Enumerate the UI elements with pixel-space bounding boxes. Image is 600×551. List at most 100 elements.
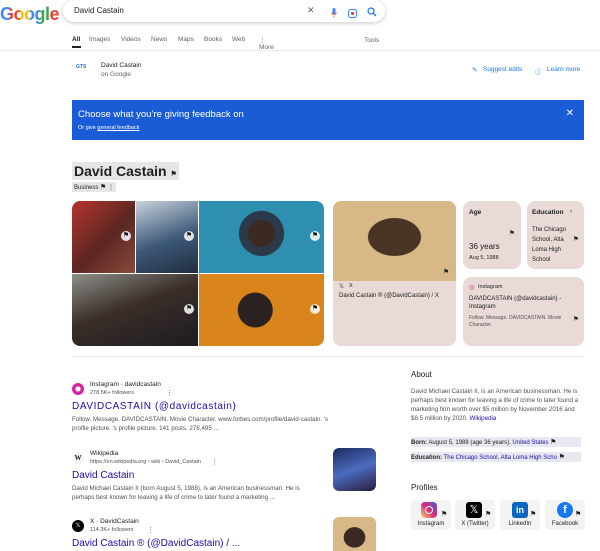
wikipedia-link[interactable]: Wikipedia: [470, 415, 497, 422]
result-3-title[interactable]: David Castain ® (@DavidCastain) / ...: [72, 538, 240, 549]
instagram-card-snippet: Follow. Message. DAVIDCASTAIN. Movie Cha…: [469, 315, 562, 328]
fact-born: Born: August 5, 1988 (age 36 years), Uni…: [411, 437, 581, 447]
general-feedback-link[interactable]: general feedback: [97, 125, 139, 131]
edit-icon: ✎: [472, 67, 478, 74]
instagram-card[interactable]: ◎ Instagram DAVIDCASTAIN (@davidcastain)…: [463, 277, 584, 346]
more-options-icon[interactable]: ⋮: [166, 389, 173, 397]
flag-icon[interactable]: ⚑: [310, 304, 320, 314]
born-place-link[interactable]: United States: [512, 440, 548, 446]
flag-icon[interactable]: ⚑: [184, 231, 194, 241]
info-icon: ⓘ: [535, 69, 542, 76]
born-label: Born:: [411, 440, 427, 446]
age-card[interactable]: Age 36 years Aug 5, 1988 ⚑: [463, 201, 521, 269]
feedback-title: Choose what you’re giving feedback on: [78, 109, 244, 120]
tab-maps[interactable]: Maps: [178, 36, 194, 43]
learn-more-link[interactable]: Learn more: [547, 66, 580, 73]
more-options-icon[interactable]: ⋮: [147, 526, 154, 534]
profile-label: X (Twitter): [461, 521, 489, 527]
tab-news[interactable]: News: [151, 36, 167, 43]
lens-icon[interactable]: [348, 5, 357, 18]
result-2-snippet: David Michael Castain II (born August 5,…: [72, 485, 300, 501]
flag-icon[interactable]: ⚑: [184, 304, 194, 314]
flag-icon[interactable]: ⚑: [310, 231, 320, 241]
profile-facebook[interactable]: f ⚑ Facebook: [545, 500, 585, 530]
image-tile-3[interactable]: ⚑: [199, 201, 324, 273]
age-label: Age: [469, 209, 482, 216]
instagram-card-source: Instagram: [478, 284, 503, 290]
x-card-title: David Castain ® (@DavidCastain) / X: [339, 293, 439, 299]
result-2-thumbnail[interactable]: [333, 448, 376, 491]
image-tile-5[interactable]: ⚑: [199, 274, 324, 346]
education-card[interactable]: Education › The Chicago School, Alta Lom…: [527, 201, 584, 269]
flag-icon[interactable]: ⚑: [441, 510, 447, 518]
flag-icon[interactable]: ⚑: [530, 510, 536, 518]
age-date: Aug 5, 1988: [469, 255, 499, 261]
result-1-source[interactable]: Instagram · davidcastain: [90, 381, 161, 388]
result-2-title[interactable]: David Castain: [72, 470, 134, 481]
tab-images[interactable]: Images: [89, 36, 110, 43]
tools-button[interactable]: Tools: [364, 37, 379, 44]
close-icon[interactable]: ✕: [566, 108, 574, 119]
kp-subtitle[interactable]: Business ⚑ ⋮: [72, 182, 116, 192]
wikipedia-icon: W: [72, 452, 84, 464]
flag-icon[interactable]: ⚑: [573, 315, 579, 323]
x-card-image: [333, 201, 456, 281]
profile-label: LinkedIn: [508, 521, 532, 527]
result-1-title[interactable]: DAVIDCASTAIN (@davidcastain): [72, 401, 236, 412]
tab-videos[interactable]: Videos: [121, 36, 141, 43]
flag-icon[interactable]: ⚑: [485, 510, 491, 518]
instagram-icon: ◎: [469, 284, 475, 291]
profile-x[interactable]: 𝕏 ⚑ X (Twitter): [455, 500, 495, 530]
flag-icon[interactable]: ⚑: [559, 454, 565, 461]
more-options-icon[interactable]: ⋮: [211, 458, 218, 466]
microphone-icon[interactable]: [331, 5, 337, 18]
profile-linkedin[interactable]: in ⚑ LinkedIn: [500, 500, 540, 530]
flag-icon[interactable]: ⚑: [170, 171, 176, 178]
source-on: on Google: [101, 71, 131, 78]
about-heading: About: [411, 370, 432, 379]
chevron-right-icon[interactable]: ›: [570, 208, 572, 215]
result-1-snippet: Follow. Message. DAVIDCASTAIN. Movie Cha…: [72, 416, 329, 432]
header-divider: [0, 50, 600, 51]
result-2-source[interactable]: Wikipedia: [90, 450, 118, 457]
flag-icon[interactable]: ⚑: [509, 229, 515, 237]
education-link[interactable]: The Chicago School, Alta Loma High Scho: [444, 455, 557, 461]
flag-icon[interactable]: ⚑: [573, 235, 579, 243]
tab-books[interactable]: Books: [204, 36, 222, 43]
flag-icon[interactable]: ⚑: [100, 184, 106, 191]
tab-web[interactable]: Web: [232, 36, 245, 43]
image-tile-2[interactable]: ⚑: [136, 201, 198, 273]
x-logo-icon: 𝕏: [339, 284, 344, 290]
result-3-thumbnail[interactable]: [333, 517, 376, 551]
flag-icon[interactable]: ⚑: [443, 268, 449, 276]
google-logo[interactable]: Google: [0, 4, 60, 25]
flag-icon[interactable]: ⚑: [575, 510, 581, 518]
search-input[interactable]: David Castain: [74, 6, 124, 15]
instagram-card-title: DAVIDCASTAIN (@davidcastain) - Instagram: [469, 296, 562, 310]
flag-icon[interactable]: ⚑: [121, 231, 131, 241]
suggest-edits-link[interactable]: Suggest edits: [483, 66, 522, 73]
fact-education: Education: The Chicago School, Alta Loma…: [411, 452, 581, 462]
kp-title-text: David Castain: [74, 163, 167, 179]
linkedin-icon: in: [512, 502, 528, 518]
image-tile-4[interactable]: ⚑: [72, 274, 198, 346]
profile-label: Instagram: [417, 521, 445, 527]
facebook-icon: f: [557, 502, 573, 518]
source-name: David Castain: [101, 62, 142, 69]
flag-icon[interactable]: ⚑: [550, 439, 556, 446]
source-logo: GTS: [76, 64, 87, 70]
feedback-prefix: Or give: [78, 125, 98, 131]
image-tile-1[interactable]: ⚑: [72, 201, 135, 273]
tab-all[interactable]: All: [72, 36, 80, 43]
feedback-subtext: Or give general feedback: [78, 125, 139, 131]
result-2-url: https://en.wikipedia.org › wiki › David_…: [90, 459, 201, 465]
profile-instagram[interactable]: ⚑ Instagram: [411, 500, 451, 530]
search-icon[interactable]: [367, 4, 377, 17]
tab-more[interactable]: ⋮ More: [259, 36, 274, 51]
clear-icon[interactable]: ✕: [307, 5, 315, 16]
result-3-source[interactable]: X · DavidCastain: [90, 518, 139, 525]
kp-title[interactable]: David Castain ⚑: [72, 162, 179, 180]
instagram-icon: [421, 502, 437, 518]
x-card[interactable]: ⚑ 𝕏 X David Castain ® (@DavidCastain) / …: [333, 201, 456, 346]
education-value: The Chicago School, Alta Loma High Schoo…: [532, 227, 567, 263]
